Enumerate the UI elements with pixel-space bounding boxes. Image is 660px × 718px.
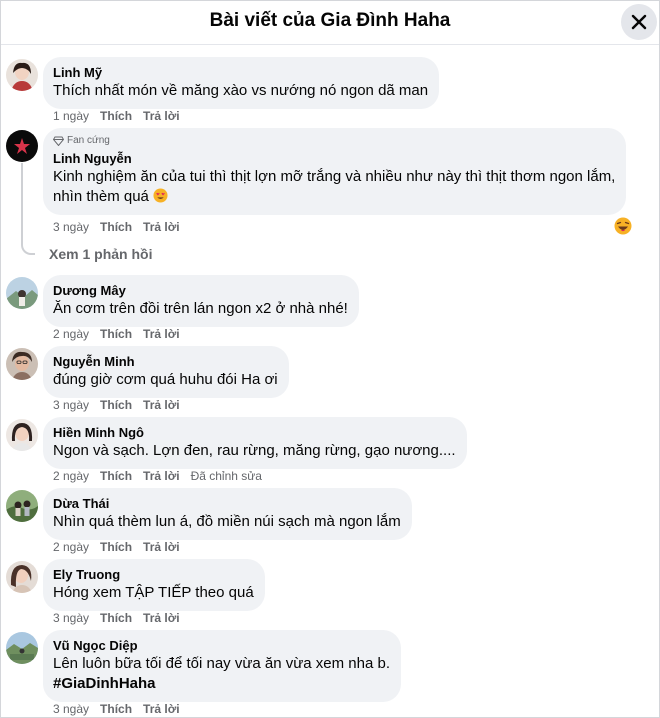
- comment-bubble: Nguyễn Minh đúng giờ cơm quá huhu đói Ha…: [43, 346, 289, 398]
- comment-author[interactable]: Linh Nguyễn: [53, 150, 615, 167]
- comment-time[interactable]: 1 ngày: [53, 109, 89, 123]
- comment-time[interactable]: 3 ngày: [53, 220, 89, 234]
- like-button[interactable]: Thích: [100, 327, 132, 341]
- avatar[interactable]: [6, 277, 38, 309]
- reply-button[interactable]: Trả lời: [143, 220, 180, 234]
- comment-text-line: nhìn thèm quá: [53, 187, 615, 207]
- comment-bubble: Linh Mỹ Thích nhất món về măng xào vs nư…: [43, 57, 440, 109]
- like-button[interactable]: Thích: [100, 220, 132, 234]
- comment-time[interactable]: 2 ngày: [53, 469, 89, 483]
- hashtag-link[interactable]: #GiaDinhHaha: [53, 674, 390, 694]
- like-button[interactable]: Thích: [100, 540, 132, 554]
- like-button[interactable]: Thích: [100, 702, 132, 716]
- comment-time[interactable]: 2 ngày: [53, 540, 89, 554]
- comment-text: Ăn cơm trên đồi trên lán ngon x2 ở nhà n…: [53, 300, 348, 317]
- comment-actions: 2 ngày Thích Trả lời: [53, 540, 191, 554]
- comment-bubble: Ely Truong Hóng xem TẬP TIẾP theo quá: [43, 559, 265, 611]
- like-button[interactable]: Thích: [100, 611, 132, 625]
- comment-time[interactable]: 3 ngày: [53, 702, 89, 716]
- comment-author[interactable]: Dừa Thái: [53, 495, 401, 512]
- comment-actions: 2 ngày Thích Trả lời Đã chỉnh sửa: [53, 469, 273, 483]
- comment-time[interactable]: 3 ngày: [53, 611, 89, 625]
- comment-actions: 3 ngày Thích Trả lời: [53, 220, 191, 234]
- comment-bubble: Fan cứng Linh Nguyễn Kinh nghiệm ăn của …: [43, 128, 627, 215]
- comment-author[interactable]: Vũ Ngọc Diệp: [53, 637, 390, 654]
- reply-button[interactable]: Trả lời: [143, 702, 180, 716]
- comment-actions: 3 ngày Thích Trả lời: [53, 398, 191, 412]
- comment-author[interactable]: Ely Truong: [53, 566, 254, 583]
- comment-actions: 1 ngày Thích Trả lời: [53, 109, 191, 123]
- diamond-icon: [53, 136, 64, 146]
- reply-button[interactable]: Trả lời: [143, 540, 180, 554]
- avatar[interactable]: [6, 348, 38, 380]
- like-button[interactable]: Thích: [100, 109, 132, 123]
- reply-button[interactable]: Trả lời: [143, 398, 180, 412]
- edited-label[interactable]: Đã chỉnh sửa: [191, 469, 262, 483]
- dialog-title: Bài viết của Gia Đình Haha: [209, 10, 451, 31]
- like-button[interactable]: Thích: [100, 469, 132, 483]
- comment-actions: 2 ngày Thích Trả lời: [53, 327, 191, 341]
- comment-text: Nhìn quá thèm lun á, đồ miền núi sạch mà…: [53, 513, 401, 530]
- dialog-header: Bài viết của Gia Đình Haha: [1, 1, 659, 45]
- avatar[interactable]: [6, 59, 38, 91]
- comment-bubble: Vũ Ngọc Diệp Lên luôn bữa tối để tối nay…: [43, 630, 402, 702]
- comment-bubble: Hiền Minh Ngô Ngon và sạch. Lợn đen, rau…: [43, 417, 467, 469]
- reply-button[interactable]: Trả lời: [143, 327, 180, 341]
- view-replies-link[interactable]: Xem 1 phản hồi: [49, 246, 152, 262]
- comment-bubble: Dừa Thái Nhìn quá thèm lun á, đồ miền nú…: [43, 488, 412, 540]
- comment-text: Hóng xem TẬP TIẾP theo quá: [53, 584, 254, 601]
- comment-author[interactable]: Hiền Minh Ngô: [53, 424, 456, 441]
- comment-text: đúng giờ cơm quá huhu đói Ha ơi: [53, 371, 278, 388]
- avatar[interactable]: [6, 632, 38, 664]
- comment-actions: 3 ngày Thích Trả lời: [53, 611, 191, 625]
- like-button[interactable]: Thích: [100, 398, 132, 412]
- close-button[interactable]: [621, 4, 657, 40]
- comment-text-line: Kinh nghiệm ăn của tui thì thịt lợn mỡ t…: [53, 168, 616, 185]
- comment-time[interactable]: 2 ngày: [53, 327, 89, 341]
- reply-button[interactable]: Trả lời: [143, 469, 180, 483]
- haha-reaction-icon[interactable]: [614, 217, 632, 235]
- heart-eyes-emoji-icon: [153, 188, 168, 203]
- close-icon: [631, 14, 647, 30]
- comment-text-line: Lên luôn bữa tối để tối nay vừa ăn vừa x…: [53, 655, 391, 672]
- avatar[interactable]: [6, 561, 38, 593]
- top-fan-badge: Fan cứng: [53, 135, 615, 147]
- comment-time[interactable]: 3 ngày: [53, 398, 89, 412]
- comment-text: Thích nhất món về măng xào vs nướng nó n…: [53, 82, 429, 99]
- avatar[interactable]: [6, 419, 38, 451]
- comment-bubble: Dương Mây Ăn cơm trên đồi trên lán ngon …: [43, 275, 359, 327]
- comment-actions: 3 ngày Thích Trả lời: [53, 702, 191, 716]
- reply-button[interactable]: Trả lời: [143, 611, 180, 625]
- post-comments-dialog: Bài viết của Gia Đình Haha Linh Mỹ Thích…: [0, 0, 660, 718]
- reply-thread-line: [21, 163, 35, 255]
- reply-button[interactable]: Trả lời: [143, 109, 180, 123]
- comment-author[interactable]: Linh Mỹ: [53, 64, 428, 81]
- comment-author[interactable]: Nguyễn Minh: [53, 353, 278, 370]
- comment-text: Ngon và sạch. Lợn đen, rau rừng, măng rừ…: [53, 442, 456, 459]
- comment-text-line-2: nhìn thèm quá: [53, 188, 149, 205]
- avatar[interactable]: [6, 490, 38, 522]
- comment-author[interactable]: Dương Mây: [53, 282, 348, 299]
- avatar[interactable]: [6, 130, 38, 162]
- badge-label: Fan cứng: [67, 135, 110, 146]
